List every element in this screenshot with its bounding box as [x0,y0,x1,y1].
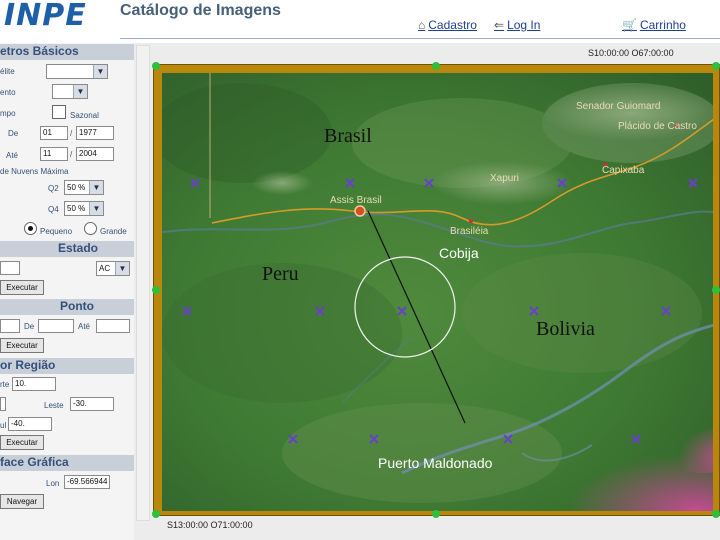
cart-icon: 🛒 [622,18,637,32]
north-label: rte [0,380,10,389]
q4-label: Q4 [48,205,59,214]
label-bolivia: Bolivia [536,318,595,340]
search-sidebar: etros Básicos élite ▼ ento ▼ mpo Sazonal… [0,43,134,540]
label-capixaba: Capixaba [602,165,645,176]
size-large-label: Grande [100,227,127,236]
label-assis-brasil: Assis Brasil [330,195,382,206]
q4-select[interactable]: 50 % ▼ [64,201,104,216]
point-to-input[interactable] [96,319,130,333]
date-separator: / [70,129,73,138]
to-year-input[interactable]: 2004 [76,147,114,161]
resize-handle-top-right[interactable] [712,62,720,70]
north-input[interactable]: 10. [12,377,56,391]
lon-input[interactable]: -69.566944 [64,475,110,489]
point-to-label: Até [78,322,91,331]
satellite-select[interactable]: ▼ [46,64,108,79]
state-input-left[interactable] [0,261,20,275]
south-input[interactable]: -40. [8,417,52,431]
date-separator: / [70,150,73,159]
label-brasileia: Brasiléia [450,226,489,237]
point-input-left[interactable] [0,319,20,333]
viewer-scrollbar[interactable] [136,45,150,521]
time-label: mpo [0,109,16,118]
resize-handle-left[interactable] [152,286,160,294]
sensor-label: ento [0,88,16,97]
clouds-label: de Nuvens Máxima [0,167,69,176]
south-label: ul [0,421,7,430]
from-month-input[interactable]: 01 [40,126,68,140]
inpe-logo[interactable]: INPE [4,0,87,33]
section-basic-params-title: etros Básicos [0,44,134,60]
sensor-select[interactable]: ▼ [52,84,88,99]
header: INPE Catálogo de Imagens ⌂ Cadastro ⇐ Lo… [0,0,720,42]
page-title: Catálogo de Imagens [120,2,281,19]
lon-label: Lon [46,479,60,488]
q2-value: 50 % [67,183,86,192]
cadastro-link-label: Cadastro [428,18,477,32]
home-icon: ⌂ [418,18,426,32]
arrow-left-icon: ⇐ [494,18,505,32]
execute-point-button[interactable]: Executar [0,338,44,353]
state-select[interactable]: AC ▼ [96,261,130,276]
point-from-input[interactable] [38,319,74,333]
chevron-down-icon: ▼ [89,202,103,215]
login-link-label: Log In [507,18,541,32]
from-date-label: De [8,129,19,138]
header-divider [120,38,720,39]
seasonal-checkbox[interactable] [52,105,66,119]
label-peru: Peru [262,263,299,285]
label-senador-guiomard: Senador Guiomard [576,101,661,112]
login-link[interactable]: ⇐ Log In [494,18,540,32]
east-input[interactable]: -30. [70,397,114,411]
satellite-image[interactable] [162,73,713,511]
q4-value: 50 % [67,204,86,213]
label-cobija: Cobija [439,245,479,261]
cadastro-link[interactable]: ⌂ Cadastro [418,18,477,32]
section-point-title: Ponto [0,299,134,315]
east-label: Leste [44,401,64,410]
label-xapuri: Xapuri [490,173,519,184]
navigate-button[interactable]: Navegar [0,494,44,509]
to-date-label: Até [6,151,19,160]
seasonal-label: Sazonal [70,111,99,120]
size-small-radio[interactable] [24,222,37,235]
to-month-input[interactable]: 11 [40,147,68,161]
resize-handle-top[interactable] [432,62,440,70]
resize-handle-bottom[interactable] [432,510,440,518]
chevron-down-icon: ▼ [73,85,87,98]
section-graphic-title: face Gráfica [0,455,134,471]
satellite-map[interactable]: Brasil Peru Bolivia Cobija Puerto Maldon… [162,73,713,511]
execute-state-button[interactable]: Executar [0,280,44,295]
carrinho-link[interactable]: 🛒 Carrinho [622,18,686,32]
chevron-down-icon: ▼ [89,181,103,194]
point-from-label: De [24,322,35,331]
label-brasil: Brasil [324,125,372,147]
coordinate-top-readout: S10:00:00 O67:00:00 [588,48,674,58]
q2-label: Q2 [48,184,59,193]
q2-select[interactable]: 50 % ▼ [64,180,104,195]
section-state-title: Estado [0,241,134,257]
west-input[interactable] [0,397,6,411]
section-region-title: or Região [0,358,134,374]
satellite-label: élite [0,67,15,76]
state-value: AC [99,264,111,273]
chevron-down-icon: ▼ [115,262,129,275]
carrinho-link-label: Carrinho [639,18,686,32]
label-placido-de-castro: Plácido de Castro [618,121,697,132]
resize-handle-bottom-left[interactable] [152,510,160,518]
resize-handle-top-left[interactable] [152,62,160,70]
size-small-label: Pequeno [40,227,73,236]
chevron-down-icon: ▼ [93,65,107,78]
resize-handle-bottom-right[interactable] [712,510,720,518]
from-year-input[interactable]: 1977 [76,126,114,140]
size-large-radio[interactable] [84,222,97,235]
coordinate-bottom-readout: S13:00:00 O71:00:00 [167,520,253,530]
execute-region-button[interactable]: Executar [0,435,44,450]
map-selection-frame[interactable]: Brasil Peru Bolivia Cobija Puerto Maldon… [153,64,720,516]
label-puerto-maldonado: Puerto Maldonado [378,455,493,471]
resize-handle-right[interactable] [712,286,720,294]
